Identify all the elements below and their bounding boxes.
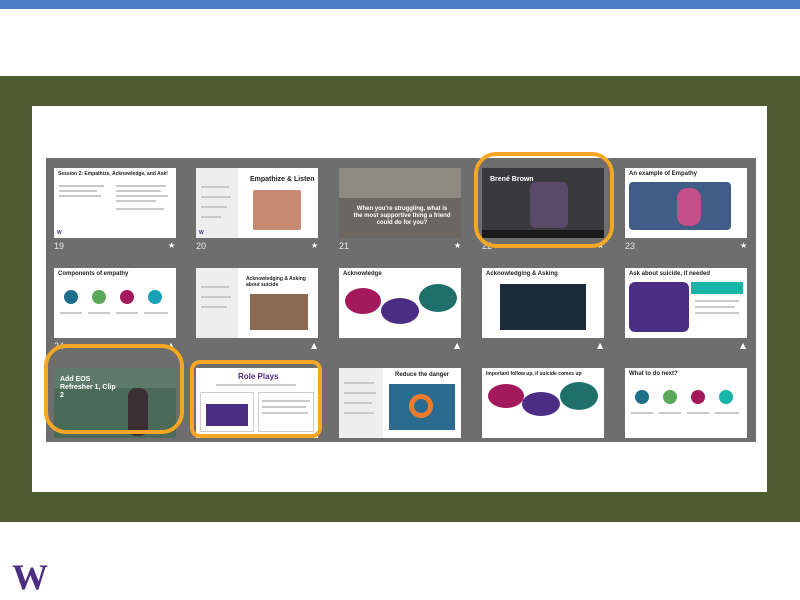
slide-title: Acknowledging & Asking about suicide — [246, 276, 306, 288]
slide-thumbnail-30[interactable]: Role Plays — [196, 368, 318, 438]
slide-title: Ask about suicide, if needed — [629, 271, 711, 277]
slide-title: Empathize & Listen — [250, 176, 315, 183]
slide-title: Role Plays — [238, 372, 279, 381]
star-icon[interactable]: ★ — [168, 241, 175, 250]
slide-thumbnail-22[interactable]: Brené Brown — [482, 168, 604, 238]
slide-sorter-panel: Session 2: Empathize, Acknowledge, and A… — [46, 158, 756, 442]
slide-title: Add EOS Refresher 1, Clip 2 — [60, 376, 116, 399]
slide-title: Reduce the danger — [395, 372, 450, 378]
star-icon[interactable]: ★ — [740, 241, 747, 250]
uw-mark: W — [199, 230, 204, 236]
photo — [253, 190, 301, 230]
top-accent-bar — [0, 0, 800, 9]
slide-thumbnail-32[interactable]: Important follow up, if suicide comes up — [482, 368, 604, 438]
slide-thumbnail-23[interactable]: An example of Empathy — [625, 168, 747, 238]
mark-icon: ▲ — [454, 341, 461, 350]
slide-number: 20 — [196, 241, 207, 251]
slide-thumbnail-21[interactable]: When you're struggling, what is the most… — [339, 168, 461, 238]
slide-thumbnail-20[interactable]: Empathize & Listen W — [196, 168, 318, 238]
slide-title: Components of empathy — [58, 271, 129, 277]
mark-icon: ▲ — [311, 341, 318, 350]
slide-number: 24 — [54, 341, 65, 351]
star-icon[interactable]: ★ — [597, 241, 604, 250]
slide-thumbnail-31[interactable]: Reduce the danger — [339, 368, 461, 438]
slide-thumbnail-33[interactable]: What to do next? — [625, 368, 747, 438]
slide-thumbnail-26[interactable]: Acknowledge — [339, 268, 461, 338]
star-icon[interactable]: ★ — [454, 241, 461, 250]
mark-icon: ▲ — [597, 341, 604, 350]
slide-thumbnail-25[interactable]: Acknowledging & Asking about suicide — [196, 268, 318, 338]
slide-title: Brené Brown — [490, 176, 534, 183]
slide-title: What to do next? — [629, 371, 678, 377]
slide-thumbnail-24[interactable]: Components of empathy — [54, 268, 176, 338]
slide-thumbnail-29[interactable]: Add EOS Refresher 1, Clip 2 — [54, 368, 176, 438]
slide-title: Acknowledging & Asking — [486, 271, 558, 277]
slide-thumbnail-19[interactable]: Session 2: Empathize, Acknowledge, and A… — [54, 168, 176, 238]
photo — [250, 294, 308, 330]
photo — [500, 284, 586, 330]
slide-number: 23 — [625, 241, 636, 251]
uw-mark: W — [57, 230, 62, 236]
mark-icon: ▲ — [740, 341, 747, 350]
slide-number: 19 — [54, 241, 65, 251]
mark-icon: ▲ — [168, 341, 175, 350]
slide-title: Acknowledge — [343, 271, 382, 277]
slide-title: Session 2: Empathize, Acknowledge, and A… — [58, 171, 168, 177]
slide-title: Important follow up, if suicide comes up — [486, 371, 582, 377]
slide-title: An example of Empathy — [629, 171, 698, 177]
slide-title: When you're struggling, what is the most… — [353, 206, 451, 226]
slide-number: 22 — [482, 241, 493, 251]
star-icon[interactable]: ★ — [311, 241, 318, 250]
slide-thumbnail-27[interactable]: Acknowledging & Asking — [482, 268, 604, 338]
uw-logo: W — [12, 557, 48, 597]
slide-number: 21 — [339, 241, 350, 251]
slide-thumbnail-28[interactable]: Ask about suicide, if needed — [625, 268, 747, 338]
